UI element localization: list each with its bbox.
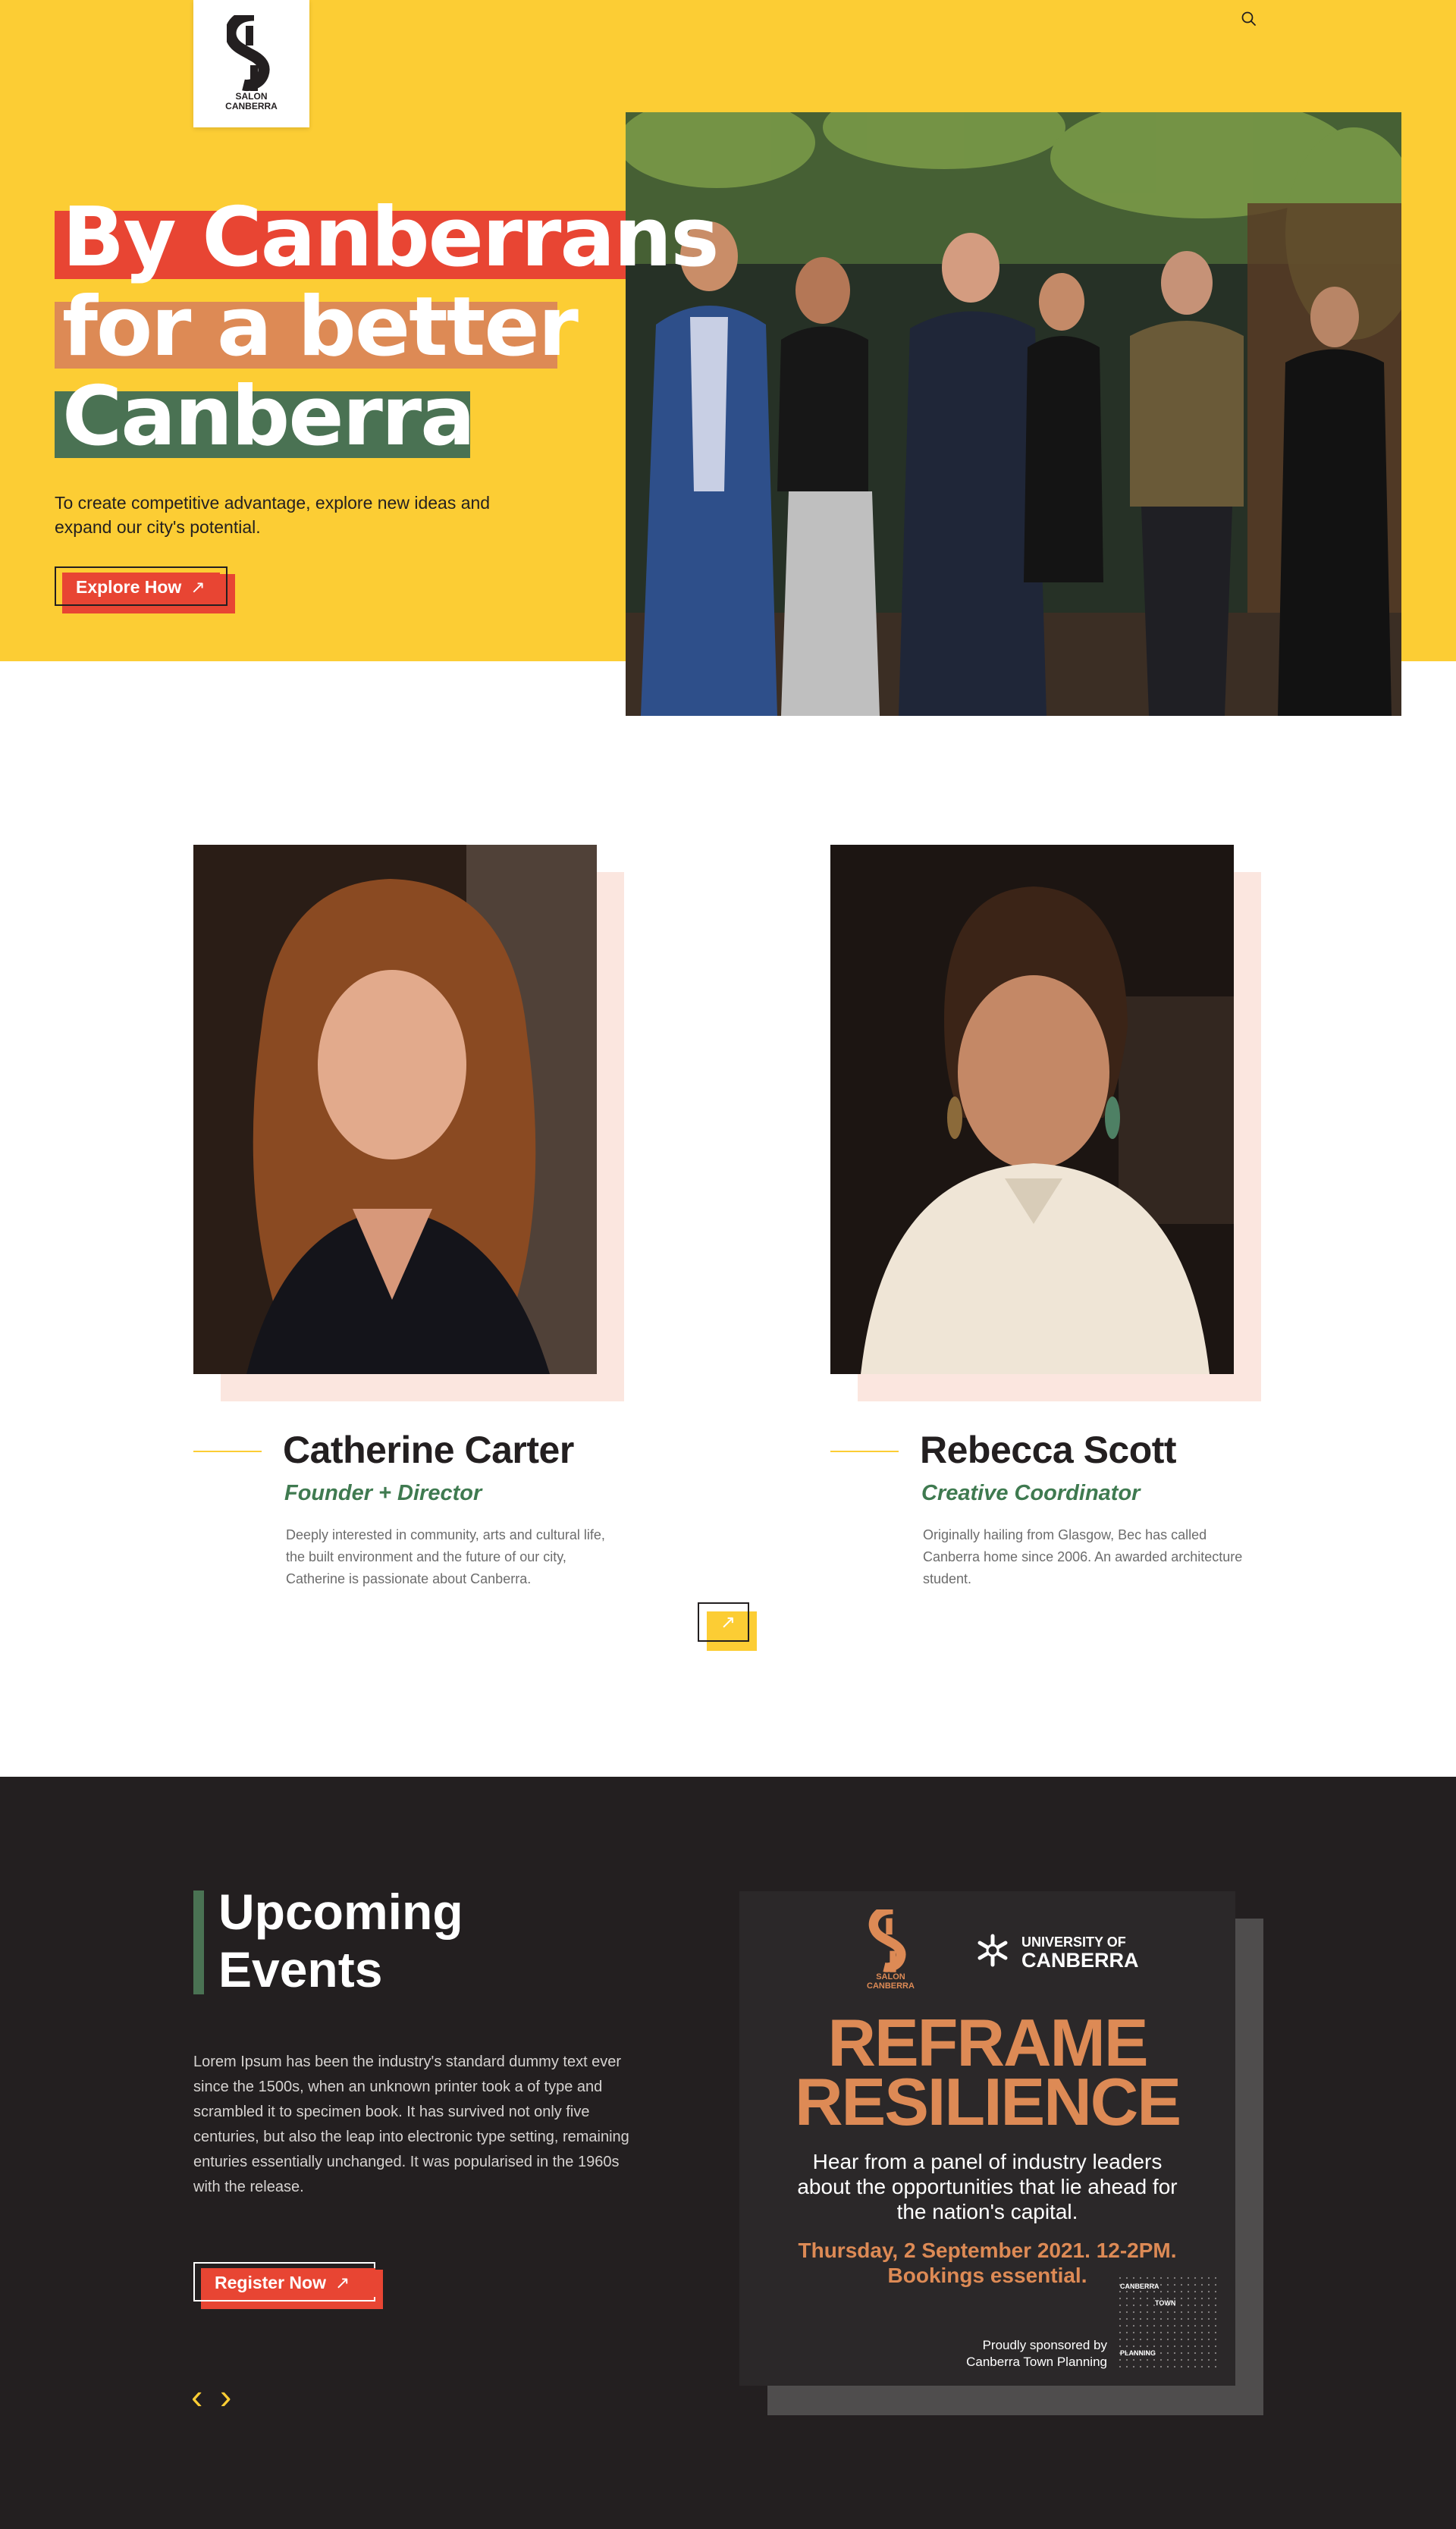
register-now-button[interactable]: Register Now ↗ [193, 2262, 383, 2309]
logo-wordmark: SALON CANBERRA [225, 91, 278, 111]
portrait-rebecca-scott [830, 845, 1234, 1374]
events-title: Upcoming Events [218, 1884, 463, 1997]
salon-canberra-logo[interactable]: SALON CANBERRA [193, 0, 309, 127]
member-portrait [830, 845, 1234, 1374]
salon-s-logo-icon [868, 1909, 906, 1972]
register-now-label: Register Now [215, 2273, 326, 2292]
event-guests-illustration [626, 112, 1401, 716]
member-name: Catherine Carter [283, 1429, 574, 1471]
university-line-1: UNIVERSITY OF [1021, 1934, 1126, 1950]
team-next-button[interactable]: ↗ [698, 1602, 758, 1651]
event-poster[interactable]: SALON CANBERRA UNIVERSITY OF CANBERRA RE… [739, 1891, 1235, 2386]
events-description: Lorem Ipsum has been the industry's stan… [193, 2054, 629, 2195]
member-name: Rebecca Scott [920, 1429, 1177, 1471]
name-divider [193, 1451, 262, 1452]
events-accent-bar [193, 1890, 204, 1994]
headline-line-2: for a better [55, 285, 579, 370]
arrow-up-right-icon: ↗ [334, 2273, 350, 2292]
member-role: Founder + Director [284, 1481, 482, 1505]
university-line-2: CANBERRA [1021, 1949, 1139, 1972]
search-icon [1241, 11, 1256, 26]
salon-s-logo-icon [227, 15, 270, 91]
explore-how-button[interactable]: Explore How ↗ [55, 566, 237, 613]
member-portrait [193, 845, 597, 1374]
member-bio: Originally hailing from Glasgow, Bec has… [923, 1527, 1243, 1586]
arrow-up-right-icon: ↗ [720, 1612, 736, 1633]
member-role: Creative Coordinator [921, 1481, 1141, 1505]
portrait-catherine-carter [193, 845, 597, 1374]
explore-how-label: Explore How [76, 577, 182, 597]
poster-salon-wordmark: SALON CANBERRA [867, 1972, 915, 1991]
member-bio: Deeply interested in community, arts and… [286, 1527, 605, 1586]
headline-line-1: By Canberrans [55, 196, 719, 281]
university-snowflake-icon [977, 1934, 1008, 1967]
chevron-right-icon[interactable]: › [220, 2377, 231, 2415]
arrow-up-right-icon: ↗ [190, 577, 206, 597]
search-button[interactable] [1241, 11, 1259, 29]
chevron-left-icon[interactable]: ‹ [191, 2377, 202, 2415]
canberra-town-planning-logo: CANBERRA TOWN PLANNING [1119, 2276, 1217, 2369]
poster-sponsor: Proudly sponsored by Canberra Town Plann… [966, 2338, 1107, 2369]
hero-event-photo [626, 112, 1401, 716]
poster-title-line-2: RESILIENCE [794, 2064, 1181, 2139]
name-divider [830, 1451, 899, 1452]
headline-line-3: Canberra [55, 375, 475, 460]
hero-subtitle: To create competitive advantage, explore… [55, 493, 491, 537]
poster-lead: Hear from a panel of industry leaders ab… [797, 2150, 1178, 2223]
